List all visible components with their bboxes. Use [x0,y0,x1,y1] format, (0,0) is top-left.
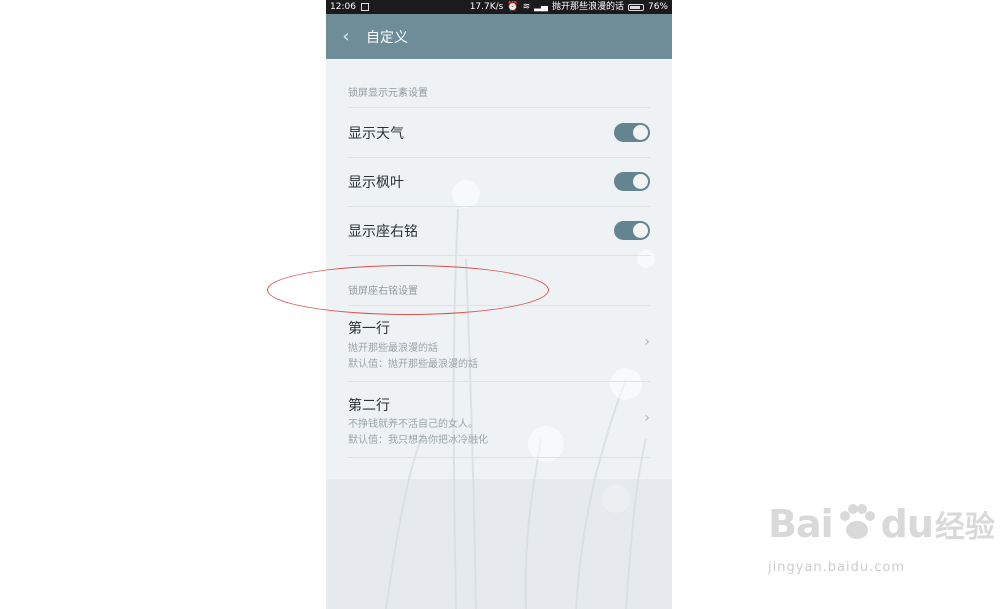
line-1-default: 默认值：抛开那些最浪漫的話 [348,359,478,370]
line-2-value: 不挣钱就养不活自己的女人。 [348,419,478,430]
paw-icon [839,504,875,539]
app-bar: ‹ 自定义 [326,14,672,59]
line-2-default: 默认值：我只想為你把冰冷融化 [348,435,488,446]
wifi-icon: ≋ [522,2,531,12]
battery-icon [627,3,644,11]
toggle-knob [633,174,648,189]
divider [348,255,650,256]
divider [348,206,650,207]
chevron-right-icon: › [644,410,650,426]
divider [348,107,650,108]
divider [348,157,650,158]
line-1-value: 抛开那些最浪漫的話 [348,343,438,354]
divider [348,381,650,382]
toggle-knob [633,223,648,238]
network-speed: 17.7K/s [469,2,504,12]
show-weather-toggle[interactable] [614,123,650,142]
carrier-name: 抛开那些浪漫的话 [551,2,624,12]
alarm-icon: ⏰ [507,2,519,12]
status-bar: 12:06 17.7K/s ⏰ ≋ ▂▄ 抛开那些浪漫的话 76% [326,0,672,14]
watermark-brand-suffix: du [880,502,934,546]
toggle-knob [633,125,648,140]
show-motto-label: 显示座右铭 [348,224,418,240]
baidu-jingyan-watermark: Bai du 经验 jingyan.baidu.com [768,498,995,575]
show-maple-leaf-label: 显示枫叶 [348,175,404,191]
signal-icon: ▂▄ [534,2,548,12]
chevron-left-icon: ‹ [342,26,350,47]
watermark-cn: 经验 [934,510,995,545]
section-header-display-elements: 锁屏显示元素设置 [348,88,428,99]
show-weather-label: 显示天气 [348,126,404,142]
line-2-title: 第二行 [348,398,390,414]
page-title: 自定义 [366,29,408,46]
show-motto-toggle[interactable] [614,221,650,240]
divider [348,457,650,458]
line-1-title: 第一行 [348,321,390,337]
back-button[interactable]: ‹ [326,14,366,59]
show-maple-leaf-toggle[interactable] [614,172,650,191]
watermark-brand: Bai [768,502,834,546]
status-time: 12:06 [330,2,356,12]
chevron-right-icon: › [644,334,650,350]
watermark-url: jingyan.baidu.com [768,560,905,575]
annotation-ellipse [267,265,549,315]
battery-level: 76% [647,2,668,12]
notification-icon [360,3,369,11]
